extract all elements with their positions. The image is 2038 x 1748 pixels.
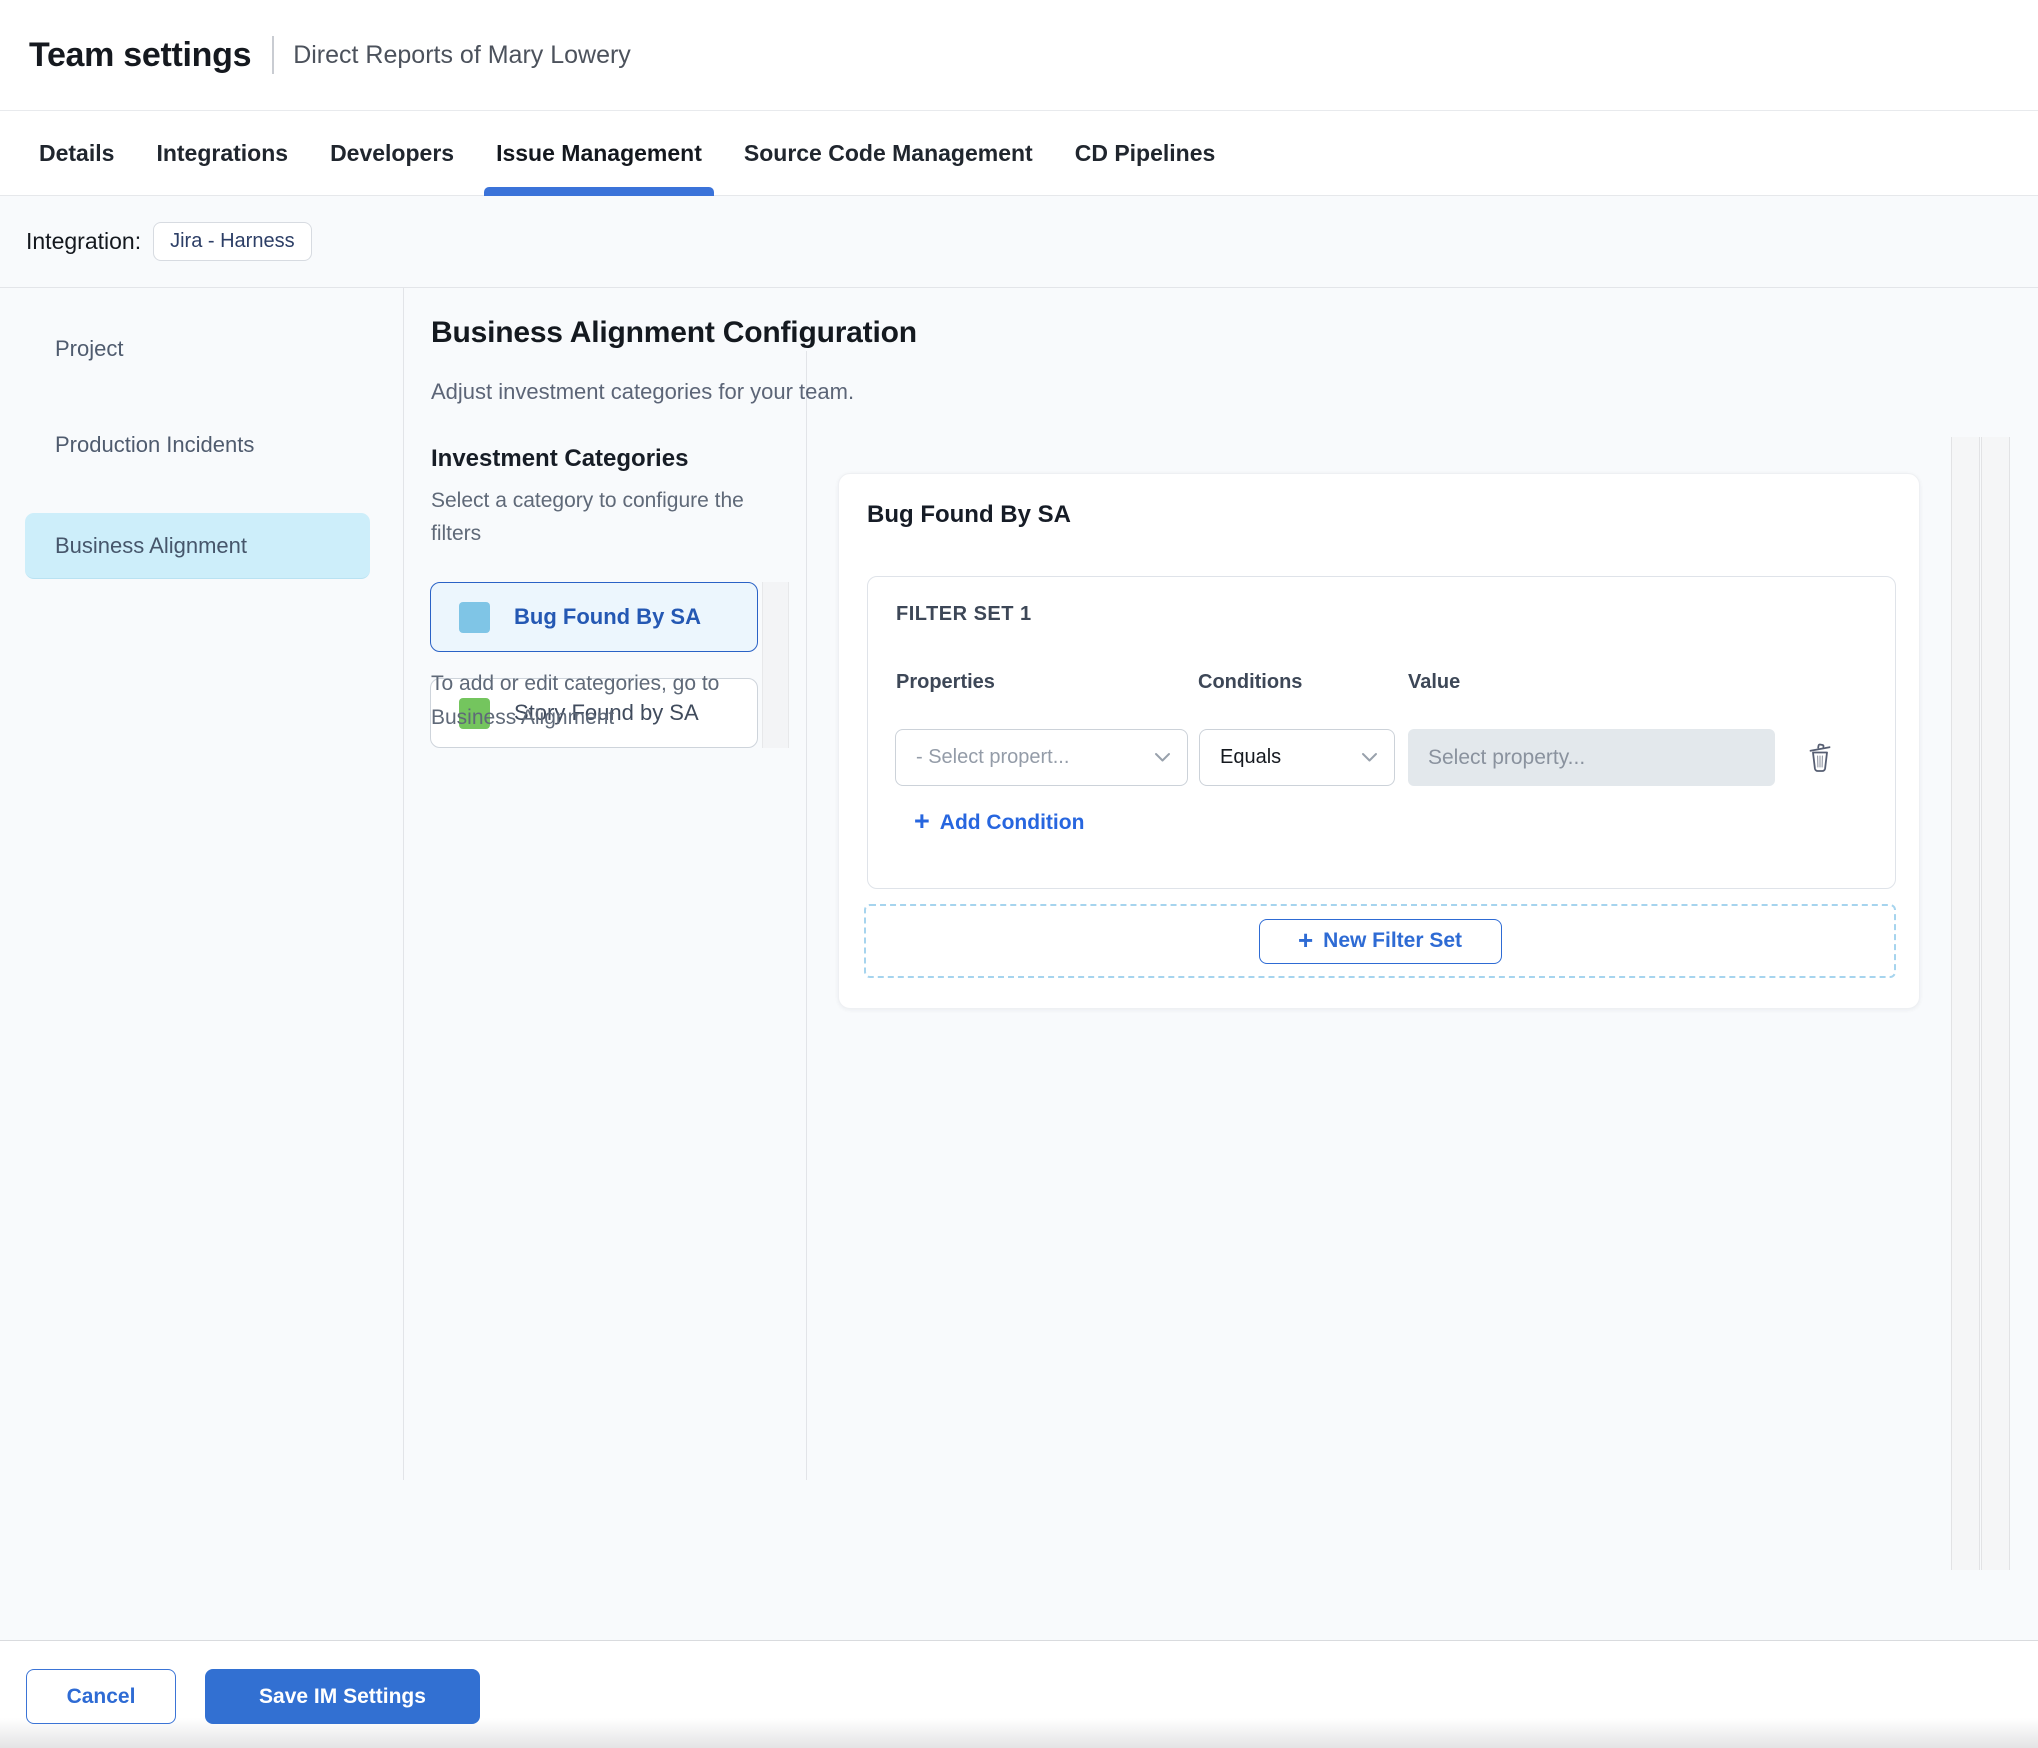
new-filter-set-dropzone: + New Filter Set: [864, 904, 1896, 978]
save-im-settings-button[interactable]: Save IM Settings: [205, 1669, 480, 1724]
header: Team settings Direct Reports of Mary Low…: [0, 0, 2038, 111]
section-title: Business Alignment Configuration: [431, 316, 917, 349]
conditions-select-value: Equals: [1220, 746, 1282, 768]
plus-icon: +: [914, 806, 930, 836]
page-subtitle: Direct Reports of Mary Lowery: [293, 40, 631, 69]
conditions-select[interactable]: Equals: [1199, 729, 1395, 786]
category-color-swatch: [459, 601, 490, 633]
column-header-properties: Properties: [896, 671, 995, 693]
column-header-conditions: Conditions: [1198, 671, 1303, 693]
integration-label: Integration:: [26, 228, 142, 254]
content-area: Integration: Jira - Harness Project Prod…: [0, 196, 2038, 1640]
section-subtitle: Adjust investment categories for your te…: [431, 379, 855, 404]
filter-card-title: Bug Found By SA: [867, 501, 1071, 528]
tab-integrations[interactable]: Integrations: [156, 111, 288, 196]
tab-details[interactable]: Details: [39, 111, 114, 196]
team-settings-page: Team settings Direct Reports of Mary Low…: [0, 0, 2038, 1748]
properties-select-value: - Select propert...: [916, 746, 1070, 768]
plus-icon: +: [1297, 925, 1314, 955]
category-label: Bug Found By SA: [514, 604, 701, 629]
column-header-value: Value: [1408, 671, 1461, 693]
categories-scrollbar[interactable]: [762, 582, 789, 748]
tab-source-code-management[interactable]: Source Code Management: [744, 111, 1033, 196]
value-input[interactable]: [1408, 729, 1775, 786]
category-bug-found-by-sa[interactable]: Bug Found By SA: [430, 582, 758, 652]
new-filter-set-label: New Filter Set: [1323, 929, 1463, 952]
filter-set: FILTER SET 1 Properties Conditions Value…: [867, 576, 1896, 889]
sidebar-divider: [403, 288, 404, 1480]
investment-categories-heading: Investment Categories: [431, 445, 689, 472]
filter-config-card: Bug Found By SA FILTER SET 1 Properties …: [838, 473, 1920, 1009]
add-condition-label: Add Condition: [939, 810, 1085, 834]
integration-chip[interactable]: Jira - Harness: [153, 222, 312, 261]
sidebar-item-production-incidents[interactable]: Production Incidents: [55, 432, 254, 458]
add-condition-button[interactable]: + Add Condition: [914, 806, 1085, 836]
outer-scrollbar[interactable]: [1981, 437, 2010, 1570]
page-title: Team settings: [29, 35, 252, 74]
title-divider: [272, 36, 275, 74]
categories-note: To add or edit categories, go to Busines…: [431, 672, 720, 729]
categories-divider: [806, 351, 807, 1480]
new-filter-set-button[interactable]: + New Filter Set: [1258, 918, 1502, 964]
cancel-button[interactable]: Cancel: [26, 1669, 176, 1724]
chevron-down-icon: [1154, 752, 1171, 763]
sidebar-item-business-alignment[interactable]: Business Alignment: [25, 513, 370, 579]
properties-select[interactable]: - Select propert...: [895, 729, 1188, 786]
trash-icon: [1805, 739, 1835, 775]
chevron-down-icon: [1361, 752, 1378, 763]
filter-set-label: FILTER SET 1: [896, 603, 1032, 625]
tab-issue-management[interactable]: Issue Management: [484, 111, 714, 196]
delete-condition-button[interactable]: [1798, 735, 1842, 779]
footer-bar: Cancel Save IM Settings: [0, 1640, 2038, 1748]
investment-categories-description: Select a category to configure the filte…: [431, 489, 744, 545]
tab-cd-pipelines[interactable]: CD Pipelines: [1075, 111, 1216, 196]
integration-bar: Integration: Jira - Harness: [0, 196, 2038, 288]
sidebar-item-project[interactable]: Project: [55, 336, 123, 362]
inner-scrollbar[interactable]: [1951, 437, 1980, 1570]
tab-developers[interactable]: Developers: [330, 111, 454, 196]
tab-bar: Details Integrations Developers Issue Ma…: [0, 111, 2038, 196]
